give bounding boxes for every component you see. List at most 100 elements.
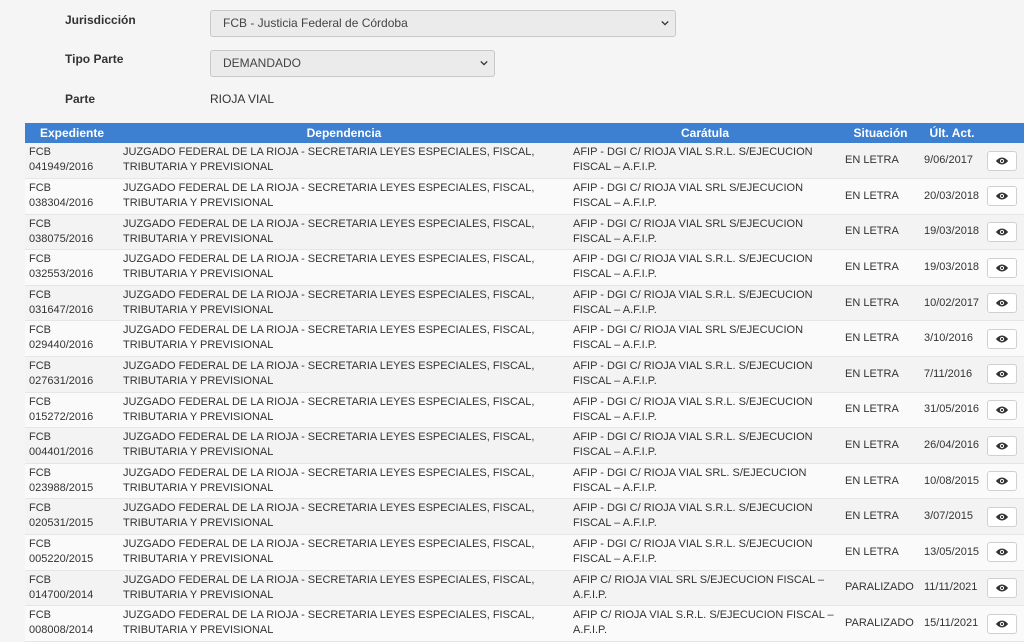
chevron-down-icon xyxy=(661,20,669,26)
cell-situacion: EN LETRA xyxy=(841,320,920,358)
cell-situacion: EN LETRA xyxy=(841,498,920,536)
results-table: Expediente Dependencia Carátula Situació… xyxy=(25,123,1024,642)
table-row: FCB 020531/2015 JUZGADO FEDERAL DE LA RIO… xyxy=(25,498,1024,536)
cell-action xyxy=(984,320,1024,358)
view-button[interactable] xyxy=(987,506,1017,527)
parte-label: Parte xyxy=(65,92,96,106)
tipo-parte-select-value: DEMANDADO xyxy=(223,56,302,70)
view-button[interactable] xyxy=(987,471,1017,492)
cell-situacion: EN LETRA xyxy=(841,534,920,571)
cell-action xyxy=(984,392,1024,429)
cell-ult-act: 11/11/2021 xyxy=(920,570,984,607)
cell-caratula: AFIP - DGI C/ RIOJA VIAL S.R.L. S/EJECUC… xyxy=(569,392,841,429)
cell-caratula: AFIP - DGI C/ RIOJA VIAL S.R.L. S/EJECUC… xyxy=(569,427,841,464)
cell-expediente: FCB 015272/2016 xyxy=(25,392,119,429)
cell-dependencia: JUZGADO FEDERAL DE LA RIOJA - SECRETARIA… xyxy=(119,463,569,500)
cell-action xyxy=(984,534,1024,571)
cell-action xyxy=(984,463,1024,500)
header-caratula[interactable]: Carátula xyxy=(569,123,841,143)
header-ult-act[interactable]: Últ. Act. xyxy=(920,123,984,143)
table-row: FCB 023988/2015 JUZGADO FEDERAL DE LA RIO… xyxy=(25,463,1024,500)
cell-ult-act: 10/02/2017 xyxy=(920,285,984,322)
eye-icon xyxy=(995,442,1009,450)
cell-situacion: PARALIZADO xyxy=(841,605,920,642)
table-row: FCB 004401/2016 JUZGADO FEDERAL DE LA RIO… xyxy=(25,427,1024,464)
cell-caratula: AFIP - DGI C/ RIOJA VIAL S.R.L. S/EJECUC… xyxy=(569,143,841,180)
view-button[interactable] xyxy=(987,257,1017,278)
jurisdiccion-select[interactable]: FCB - Justicia Federal de Córdoba xyxy=(210,10,676,37)
tipo-parte-label: Tipo Parte xyxy=(65,52,124,66)
view-button[interactable] xyxy=(987,150,1017,171)
cell-ult-act: 15/11/2021 xyxy=(920,605,984,642)
cell-situacion: EN LETRA xyxy=(841,249,920,286)
cell-situacion: EN LETRA xyxy=(841,285,920,322)
eye-icon xyxy=(995,335,1009,343)
cell-situacion: EN LETRA xyxy=(841,214,920,251)
cell-action xyxy=(984,427,1024,464)
cell-ult-act: 10/08/2015 xyxy=(920,463,984,500)
cell-action xyxy=(984,605,1024,642)
cell-situacion: EN LETRA xyxy=(841,392,920,429)
view-button[interactable] xyxy=(987,577,1017,598)
view-button[interactable] xyxy=(987,613,1017,634)
view-button[interactable] xyxy=(987,221,1017,242)
cell-caratula: AFIP - DGI C/ RIOJA VIAL S.R.L. S/EJECUC… xyxy=(569,285,841,322)
eye-icon xyxy=(995,192,1009,200)
cell-expediente: FCB 041949/2016 xyxy=(25,143,119,180)
cell-dependencia: JUZGADO FEDERAL DE LA RIOJA - SECRETARIA… xyxy=(119,249,569,286)
view-button[interactable] xyxy=(987,293,1017,314)
header-situacion[interactable]: Situación xyxy=(841,123,920,143)
eye-icon xyxy=(995,370,1009,378)
cell-expediente: FCB 014700/2014 xyxy=(25,570,119,607)
cell-ult-act: 31/05/2016 xyxy=(920,392,984,429)
cell-expediente: FCB 038304/2016 xyxy=(25,178,119,215)
view-button[interactable] xyxy=(987,542,1017,563)
cell-situacion: EN LETRA xyxy=(841,463,920,500)
eye-icon xyxy=(995,157,1009,165)
cell-situacion: PARALIZADO xyxy=(841,570,920,607)
eye-icon xyxy=(995,406,1009,414)
view-button[interactable] xyxy=(987,186,1017,207)
cell-caratula: AFIP - DGI C/ RIOJA VIAL S.R.L. S/EJECUC… xyxy=(569,249,841,286)
eye-icon xyxy=(995,228,1009,236)
cell-ult-act: 9/06/2017 xyxy=(920,143,984,180)
cell-dependencia: JUZGADO FEDERAL DE LA RIOJA - SECRETARIA… xyxy=(119,320,569,358)
cell-dependencia: JUZGADO FEDERAL DE LA RIOJA - SECRETARIA… xyxy=(119,214,569,251)
table-row: FCB 029440/2016 JUZGADO FEDERAL DE LA RIO… xyxy=(25,320,1024,358)
header-dependencia[interactable]: Dependencia xyxy=(119,123,569,143)
header-actions xyxy=(984,123,1024,143)
cell-action xyxy=(984,498,1024,536)
cell-caratula: AFIP - DGI C/ RIOJA VIAL SRL S/EJECUCION… xyxy=(569,178,841,215)
cell-action xyxy=(984,143,1024,180)
cell-situacion: EN LETRA xyxy=(841,178,920,215)
cell-ult-act: 3/10/2016 xyxy=(920,320,984,358)
jurisdiccion-label: Jurisdicción xyxy=(65,13,136,27)
cell-action xyxy=(984,178,1024,215)
table-row: FCB 038304/2016 JUZGADO FEDERAL DE LA RIO… xyxy=(25,178,1024,215)
view-button[interactable] xyxy=(987,435,1017,456)
cell-situacion: EN LETRA xyxy=(841,427,920,464)
view-button[interactable] xyxy=(987,364,1017,385)
eye-icon xyxy=(995,299,1009,307)
cell-caratula: AFIP - DGI C/ RIOJA VIAL S.R.L. S/EJECUC… xyxy=(569,534,841,571)
eye-icon xyxy=(995,548,1009,556)
cell-dependencia: JUZGADO FEDERAL DE LA RIOJA - SECRETARIA… xyxy=(119,605,569,642)
eye-icon xyxy=(995,620,1009,628)
cell-action xyxy=(984,356,1024,393)
cell-action xyxy=(984,285,1024,322)
view-button[interactable] xyxy=(987,328,1017,349)
tipo-parte-select[interactable]: DEMANDADO xyxy=(210,50,495,77)
header-expediente[interactable]: Expediente xyxy=(25,123,119,143)
cell-expediente: FCB 020531/2015 xyxy=(25,498,119,536)
cell-ult-act: 19/03/2018 xyxy=(920,249,984,286)
table-row: FCB 008008/2014 JUZGADO FEDERAL DE LA RIO… xyxy=(25,605,1024,642)
table-row: FCB 015272/2016 JUZGADO FEDERAL DE LA RIO… xyxy=(25,392,1024,429)
cell-caratula: AFIP - DGI C/ RIOJA VIAL SRL S/EJECUCION… xyxy=(569,320,841,358)
table-row: FCB 038075/2016 JUZGADO FEDERAL DE LA RIO… xyxy=(25,214,1024,251)
cell-dependencia: JUZGADO FEDERAL DE LA RIOJA - SECRETARIA… xyxy=(119,427,569,464)
cell-caratula: AFIP C/ RIOJA VIAL S.R.L. S/EJECUCION FI… xyxy=(569,605,841,642)
cell-dependencia: JUZGADO FEDERAL DE LA RIOJA - SECRETARIA… xyxy=(119,392,569,429)
cell-expediente: FCB 027631/2016 xyxy=(25,356,119,393)
cell-dependencia: JUZGADO FEDERAL DE LA RIOJA - SECRETARIA… xyxy=(119,498,569,536)
view-button[interactable] xyxy=(987,399,1017,420)
